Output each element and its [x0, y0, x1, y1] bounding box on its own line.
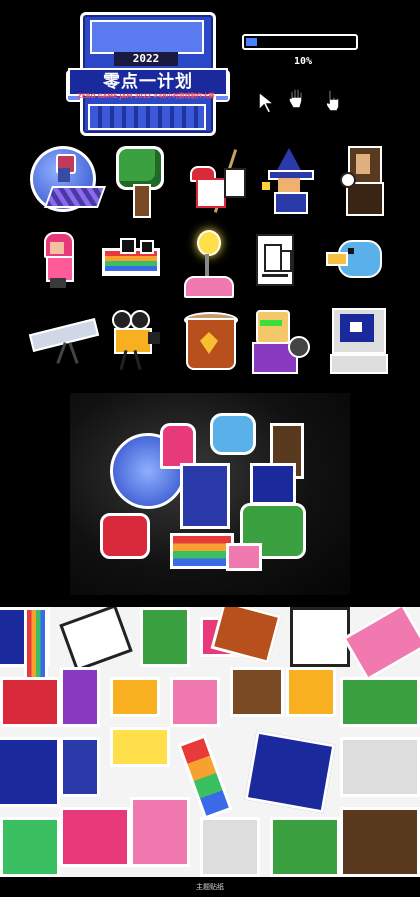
- section-caption: 主题贴纸: [196, 883, 224, 891]
- document-sticker: [256, 234, 296, 288]
- collage-rainbow: [24, 607, 48, 687]
- collage-yellow: [110, 677, 160, 717]
- coffee-cup-sticker: [184, 312, 238, 370]
- collage-mona: [340, 807, 420, 877]
- hand-open-cursor-icon: [288, 88, 303, 109]
- event-logo: 2022 零点一计划 ZERO GAME JAM 2022 #48小时游戏制作大…: [62, 12, 230, 136]
- collage-pink-2: [342, 607, 420, 682]
- mona-lisa-sticker: [340, 146, 386, 216]
- blue-bird-sticker: [324, 236, 384, 282]
- logo-subtitle: ZERO GAME JAM 2022 #48小时游戏制作大赛: [77, 93, 215, 100]
- collage-document: [59, 607, 133, 672]
- film-camera-sticker: [110, 310, 162, 372]
- collage-pink-4: [60, 807, 130, 867]
- collage-brown: [230, 667, 284, 717]
- collage-purple: [60, 667, 100, 727]
- collage-tree-2: [270, 817, 340, 877]
- collage-green: [340, 677, 420, 727]
- logo-screen: [90, 20, 204, 54]
- pink-girl-sticker: [38, 232, 78, 290]
- collage-grey: [340, 737, 420, 797]
- wizard-sticker: [262, 148, 316, 214]
- collage-green-2: [0, 817, 60, 877]
- collage-wizard: [60, 737, 100, 797]
- arrow-cursor-icon: [258, 90, 277, 114]
- collage-computer-3: [244, 730, 336, 814]
- lamp-sticker: [180, 228, 234, 298]
- collage-camera: [286, 667, 336, 717]
- collage-lamp: [110, 727, 170, 767]
- logo-year: 2022: [114, 52, 178, 66]
- hand-pointer-cursor-icon: [325, 89, 340, 112]
- thinker-sticker: [248, 308, 310, 374]
- logo-base: [88, 104, 206, 130]
- rainbow-block-sticker: [102, 238, 160, 278]
- telescope-sticker: [26, 316, 100, 366]
- tree-sticker: [116, 146, 164, 218]
- collage-red: [0, 677, 60, 727]
- collage-pink-5: [130, 797, 190, 867]
- collage-telescope: [200, 817, 260, 877]
- collage-computer-2: [0, 737, 60, 807]
- collage-pink-3: [170, 677, 220, 727]
- sticker-collage: [0, 607, 420, 877]
- computer-sticker: [330, 308, 388, 374]
- painter-sticker: [190, 148, 250, 214]
- progress-bar: [242, 34, 358, 50]
- progress-bar-fill: [246, 38, 257, 46]
- sticker-pile-photo: [70, 393, 350, 595]
- planet-girl-sticker: [30, 146, 107, 216]
- collage-tree: [140, 607, 190, 667]
- progress-label: 10%: [293, 56, 313, 67]
